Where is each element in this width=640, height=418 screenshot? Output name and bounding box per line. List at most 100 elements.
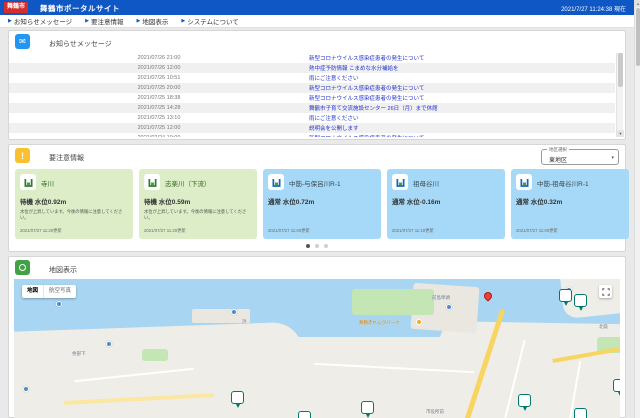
map-marker[interactable]: [361, 401, 374, 414]
nav-item-label: 要注意情報: [91, 16, 124, 26]
announcements-scrollbar-thumb[interactable]: [618, 53, 623, 87]
announcement-link[interactable]: 説明会を公開します: [309, 124, 359, 132]
map-marker[interactable]: [482, 290, 493, 301]
nav-item[interactable]: ▶ 地図表示: [136, 16, 168, 26]
water-gauge-icon: [516, 174, 532, 190]
water-gauge-icon: [392, 174, 408, 190]
water-level-status: 待機 水位0.92m: [20, 196, 66, 206]
announcement-row[interactable]: 2021/07/25 20:00 新型コロナウイルス感染症患者の発生について: [9, 83, 615, 93]
river-name: 志楽川（下流）: [165, 178, 211, 188]
map-place-label: 北吸: [599, 324, 608, 330]
map-place-label: 浜: [242, 319, 247, 325]
map-marker[interactable]: [298, 411, 311, 418]
map-marker[interactable]: [518, 394, 531, 407]
announcement-link[interactable]: 新型コロナウイルス感染症患者の発生について: [309, 94, 424, 102]
updated-timestamp: 2021/07/27 11:20更新: [144, 228, 186, 234]
announcement-link[interactable]: 新型コロナウイルス感染症患者の発生について: [309, 134, 424, 137]
updated-timestamp: 2021/07/27 11:00更新: [268, 228, 310, 234]
announcement-row[interactable]: 2021/07/26 10:51 雨にご注意ください: [9, 73, 615, 83]
triangle-bullet-icon: ▶: [85, 18, 89, 24]
announcements-section: ✉ お知らせメッセージ 2021/07/26 21:00 新型コロナウイルス感染…: [8, 30, 626, 140]
triangle-bullet-icon: ▶: [8, 18, 12, 24]
map-marker[interactable]: [56, 301, 62, 307]
carousel-dot[interactable]: [315, 244, 319, 248]
river-card[interactable]: 祖母谷川 通常 水位-0.16m 2021/07/27 11:10更新: [387, 169, 505, 239]
announcement-link[interactable]: 熱中症予防情報 こまめな水分補給を: [309, 64, 399, 72]
map-header: 地図表示: [9, 257, 625, 279]
scroll-up-arrow-icon[interactable]: ▲: [635, 0, 640, 7]
map-marker[interactable]: [613, 379, 620, 392]
river-note: 水位が上昇しています。今後の情報に注意してください。: [144, 209, 252, 221]
announcement-link[interactable]: 新型コロナウイルス感染症患者の発生について: [309, 84, 424, 92]
announcement-date: 2021/07/26 21:00: [9, 55, 309, 61]
water-gauge-icon: [20, 174, 36, 190]
map-marker[interactable]: [106, 341, 112, 347]
river-name: 中筋-祖母谷川R-1: [537, 178, 589, 188]
announcement-row[interactable]: 2021/07/25 14:28 舞鶴市子育て交流施設センター 26日（月）まで…: [9, 103, 615, 113]
warning-icon: !: [15, 148, 30, 163]
map-marker[interactable]: [231, 391, 244, 404]
announcements-scrollbar[interactable]: ▼: [616, 53, 623, 137]
nav-item-label: 地図表示: [142, 16, 168, 26]
map-marker[interactable]: [416, 319, 422, 325]
announcement-date: 2021/07/25 20:00: [9, 85, 309, 91]
district-select[interactable]: 地区選択 東地区 ▾: [541, 149, 619, 165]
water-level-status: 通常 水位-0.16m: [392, 196, 440, 206]
announcement-link[interactable]: 雨にご注意ください: [309, 114, 358, 122]
announcement-date: 2021/07/26 12:00: [9, 65, 309, 71]
map-land: [14, 322, 306, 418]
nav-item-label: システムについて: [187, 16, 239, 26]
mail-icon: ✉: [15, 34, 30, 49]
announcement-row[interactable]: 2021/07/26 12:00 熱中症予防情報 こまめな水分補給を: [9, 63, 615, 73]
map-marker[interactable]: [574, 408, 587, 418]
globe-icon: [15, 260, 30, 275]
triangle-bullet-icon: ▶: [181, 18, 185, 24]
carousel-dot[interactable]: [324, 244, 328, 248]
page-scrollbar-thumb[interactable]: [636, 8, 640, 66]
river-card[interactable]: 中筋-与保呂川R-1 通常 水位0.72m 2021/07/27 11:00更新: [263, 169, 381, 239]
announcement-row[interactable]: 2021/07/25 18:38 新型コロナウイルス感染症患者の発生について: [9, 93, 615, 103]
main-nav: ▶ お知らせメッセージ ▶ 要注意情報 ▶ 地図表示 ▶ システムについて: [0, 15, 634, 28]
city-logo: 舞鶴市: [4, 2, 28, 13]
map-marker[interactable]: [574, 294, 587, 307]
river-name: 祖母谷川: [413, 178, 439, 188]
nav-item-label: お知らせメッセージ: [14, 16, 72, 26]
announcement-link[interactable]: 雨にご注意ください: [309, 74, 358, 82]
water-level-status: 通常 水位0.32m: [516, 196, 562, 206]
announcement-date: 2021/07/25 13:10: [9, 115, 309, 121]
map-view-button[interactable]: 地図: [22, 285, 43, 298]
river-card[interactable]: 中筋-祖母谷川R-1 通常 水位0.32m 2021/07/27 11:00更新: [511, 169, 629, 239]
announcement-row[interactable]: 2021/07/25 12:00 説明会を公開します: [9, 123, 615, 133]
page-scrollbar[interactable]: ▲: [634, 0, 640, 418]
river-note: 水位が上昇しています。今後の情報に注意してください。: [20, 209, 128, 221]
water-level-status: 待機 水位0.59m: [144, 196, 190, 206]
announcement-row[interactable]: 2021/07/26 21:00 新型コロナウイルス感染症患者の発生について: [9, 53, 615, 63]
announcement-link[interactable]: 新型コロナウイルス感染症患者の発生について: [309, 54, 424, 62]
fullscreen-button[interactable]: [599, 285, 612, 298]
river-card[interactable]: 志楽川（下流） 待機 水位0.59m 水位が上昇しています。今後の情報に注意して…: [139, 169, 257, 239]
map-marker[interactable]: [559, 289, 572, 302]
updated-timestamp: 2021/07/27 11:00更新: [516, 228, 558, 234]
map-marker[interactable]: [446, 304, 452, 310]
satellite-view-button[interactable]: 航空写真: [43, 285, 76, 298]
map-type-control: 地図 航空写真: [22, 285, 76, 298]
map-park: [142, 349, 168, 361]
nav-item[interactable]: ▶ 要注意情報: [85, 16, 123, 26]
river-card[interactable]: 寺川 待機 水位0.92m 水位が上昇しています。今後の情報に注意してください。…: [15, 169, 133, 239]
announcement-row[interactable]: 2021/07/24 19:00 新型コロナウイルス感染症患者の発生について: [9, 133, 615, 137]
map-marker[interactable]: [231, 309, 237, 315]
map-marker[interactable]: [23, 386, 29, 392]
current-datetime: 2021/7/27 11:24:38 現在: [561, 4, 626, 13]
warnings-title: 要注意情報: [49, 153, 84, 163]
map-title: 地図表示: [49, 265, 77, 275]
announcement-date: 2021/07/24 19:00: [9, 135, 309, 137]
carousel-dot[interactable]: [306, 244, 310, 248]
announcement-row[interactable]: 2021/07/25 13:10 雨にご注意ください: [9, 113, 615, 123]
map-canvas[interactable]: 前島埠頭 舞鶴赤れんがパーク 北吸 浜 余部下 市役所前 地図 航空写真: [14, 279, 620, 418]
district-select-label: 地区選択: [547, 147, 569, 153]
scroll-down-arrow-icon[interactable]: ▼: [617, 130, 624, 137]
nav-item[interactable]: ▶ お知らせメッセージ: [8, 16, 72, 26]
announcement-link[interactable]: 舞鶴市子育て交流施設センター 26日（月）まで休館: [309, 104, 438, 112]
map-park: [352, 289, 434, 315]
nav-item[interactable]: ▶ システムについて: [181, 16, 238, 26]
